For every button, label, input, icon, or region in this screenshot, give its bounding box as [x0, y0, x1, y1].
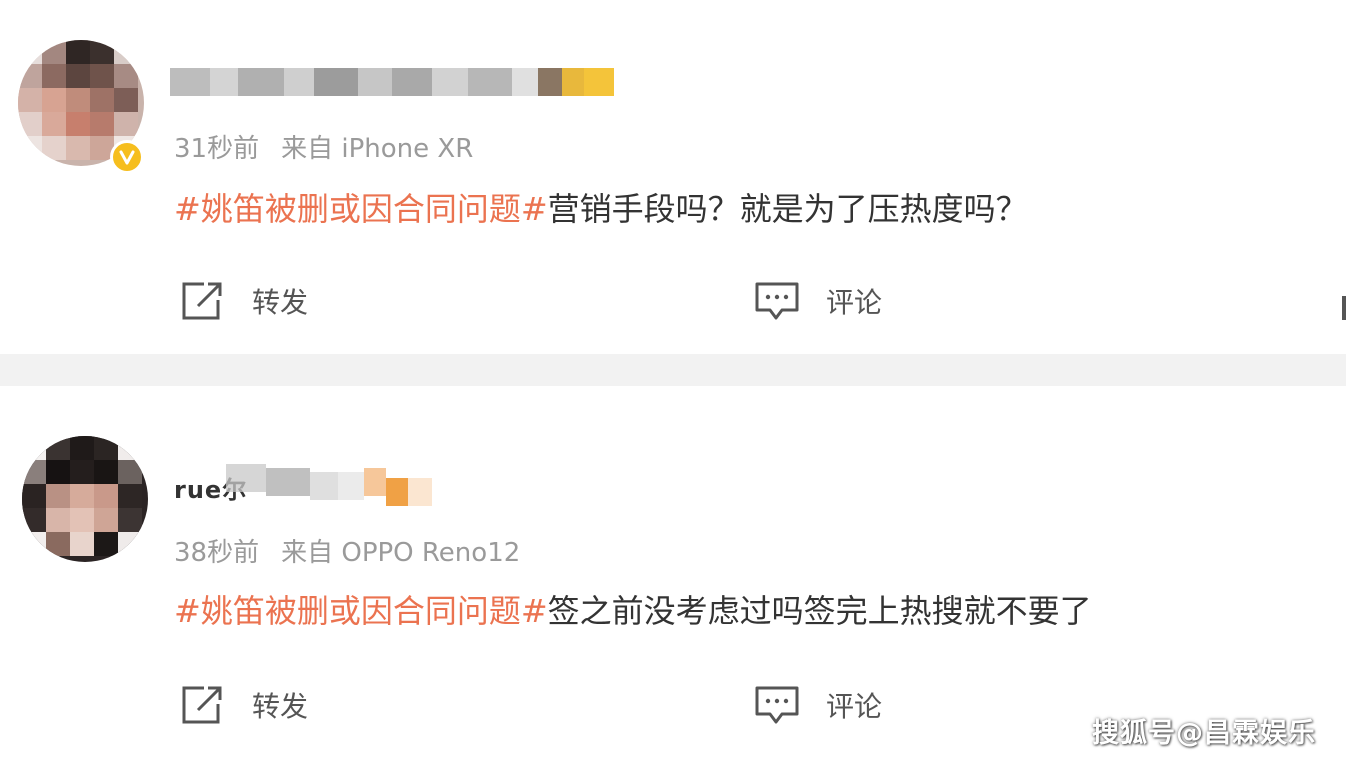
- repost-button[interactable]: 转发: [180, 280, 308, 322]
- hashtag-link[interactable]: #姚笛被删或因合同问题#: [174, 592, 548, 630]
- scroll-edge-marker: [1342, 296, 1346, 320]
- watermark: 搜狐号@昌霖娱乐: [1092, 718, 1316, 749]
- post-time: 38秒前: [174, 538, 260, 568]
- post-card: 31秒前 来自 iPhone XR #姚笛被删或因合同问题#营销手段吗？就是为了压…: [0, 0, 1346, 354]
- feed-page: 31秒前 来自 iPhone XR #姚笛被删或因合同问题#营销手段吗？就是为了压…: [0, 0, 1346, 762]
- post-time: 31秒前: [174, 134, 260, 164]
- comment-label: 评论: [826, 690, 883, 723]
- comment-button[interactable]: 评论: [754, 684, 882, 726]
- repost-label: 转发: [252, 286, 309, 319]
- hashtag-link[interactable]: #姚笛被删或因合同问题#: [174, 190, 548, 228]
- repost-icon: [182, 282, 222, 320]
- comment-button[interactable]: 评论: [754, 280, 882, 322]
- post-content: #姚笛被删或因合同问题#签之前没考虑过吗签完上热搜就不要了: [174, 586, 1092, 632]
- post-source: 来自 OPPO Reno12: [281, 538, 521, 568]
- post-text: 签之前没考虑过吗签完上热搜就不要了: [547, 592, 1092, 630]
- repost-label: 转发: [252, 690, 309, 723]
- username-blurred[interactable]: [170, 68, 630, 96]
- post-card: rue尔 38秒前 来自 OPPO Reno12 #姚笛被删或因合同问题#签之前没…: [0, 386, 1346, 762]
- user-avatar[interactable]: [22, 436, 148, 562]
- repost-icon: [182, 686, 222, 724]
- post-meta: 38秒前 来自 OPPO Reno12: [174, 532, 520, 569]
- post-text: 营销手段吗？就是为了压热度吗？: [547, 190, 1028, 228]
- comment-icon: [755, 282, 799, 320]
- comment-label: 评论: [826, 286, 883, 319]
- repost-button[interactable]: 转发: [180, 684, 308, 726]
- post-content: #姚笛被删或因合同问题#营销手段吗？就是为了压热度吗？: [174, 184, 1028, 230]
- comment-icon: [755, 686, 799, 724]
- verified-badge-icon: [110, 140, 144, 174]
- username-blur-overlay: [226, 456, 436, 506]
- post-source: 来自 iPhone XR: [281, 134, 474, 164]
- post-meta: 31秒前 来自 iPhone XR: [174, 128, 473, 165]
